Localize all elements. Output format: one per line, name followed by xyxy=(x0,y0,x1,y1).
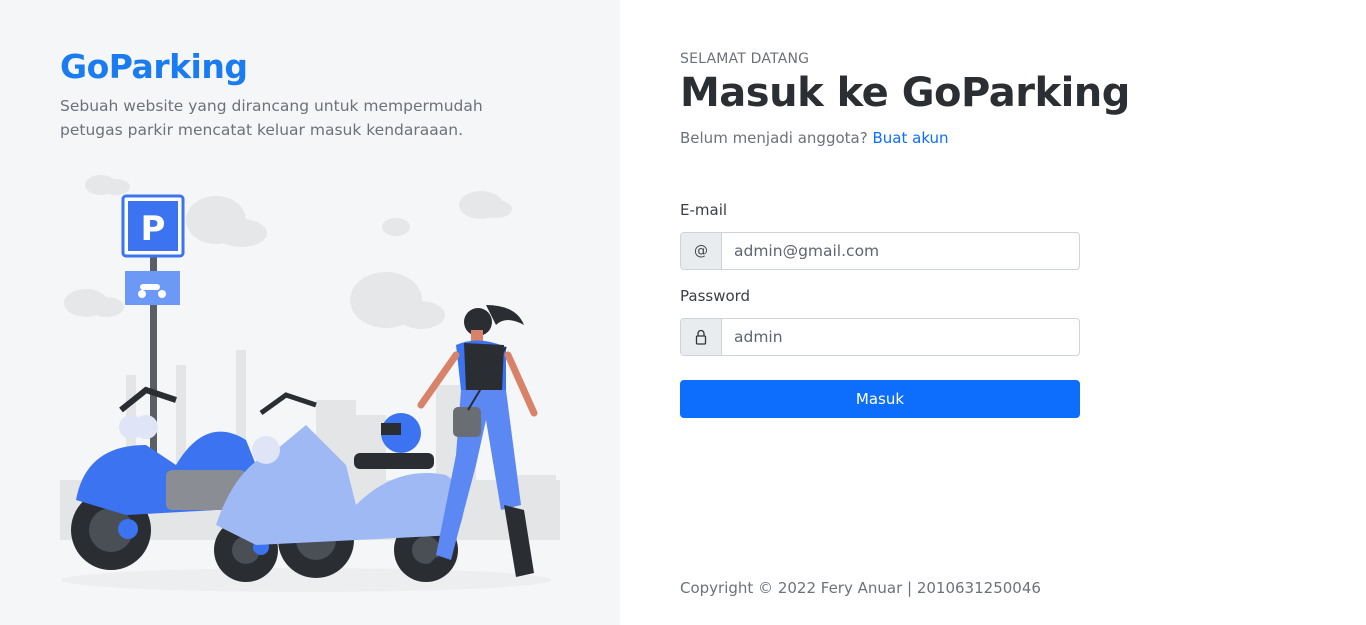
lock-icon xyxy=(681,319,722,355)
login-panel: SELAMAT DATANG Masuk ke GoParking Belum … xyxy=(680,0,1130,625)
intro-panel: GoParking Sebuah website yang dirancang … xyxy=(0,0,620,625)
motorbike-parking-illustration: P xyxy=(60,175,560,592)
email-field[interactable] xyxy=(722,233,1079,269)
parking-sign-letter: P xyxy=(141,209,166,249)
signup-prompt-text: Belum menjadi anggota? xyxy=(680,129,868,147)
password-input-group xyxy=(680,318,1080,356)
signup-link[interactable]: Buat akun xyxy=(872,129,948,147)
login-button[interactable]: Masuk xyxy=(680,380,1080,418)
at-sign-icon: @ xyxy=(681,233,722,269)
brand-tagline: Sebuah website yang dirancang untuk memp… xyxy=(60,97,483,139)
welcome-eyebrow: SELAMAT DATANG xyxy=(680,51,810,67)
lock-icon-svg xyxy=(695,329,707,345)
copyright-text: Copyright © 2022 Fery Anuar | 2010631250… xyxy=(680,579,1041,597)
password-field[interactable] xyxy=(722,319,1079,355)
password-label: Password xyxy=(680,287,751,305)
email-input-group: @ xyxy=(680,232,1080,270)
brand-logo: GoParking xyxy=(60,47,248,86)
page-title: Masuk ke GoParking xyxy=(680,70,1130,116)
signup-prompt: Belum menjadi anggota? Buat akun xyxy=(680,129,949,147)
email-label: E-mail xyxy=(680,201,728,219)
